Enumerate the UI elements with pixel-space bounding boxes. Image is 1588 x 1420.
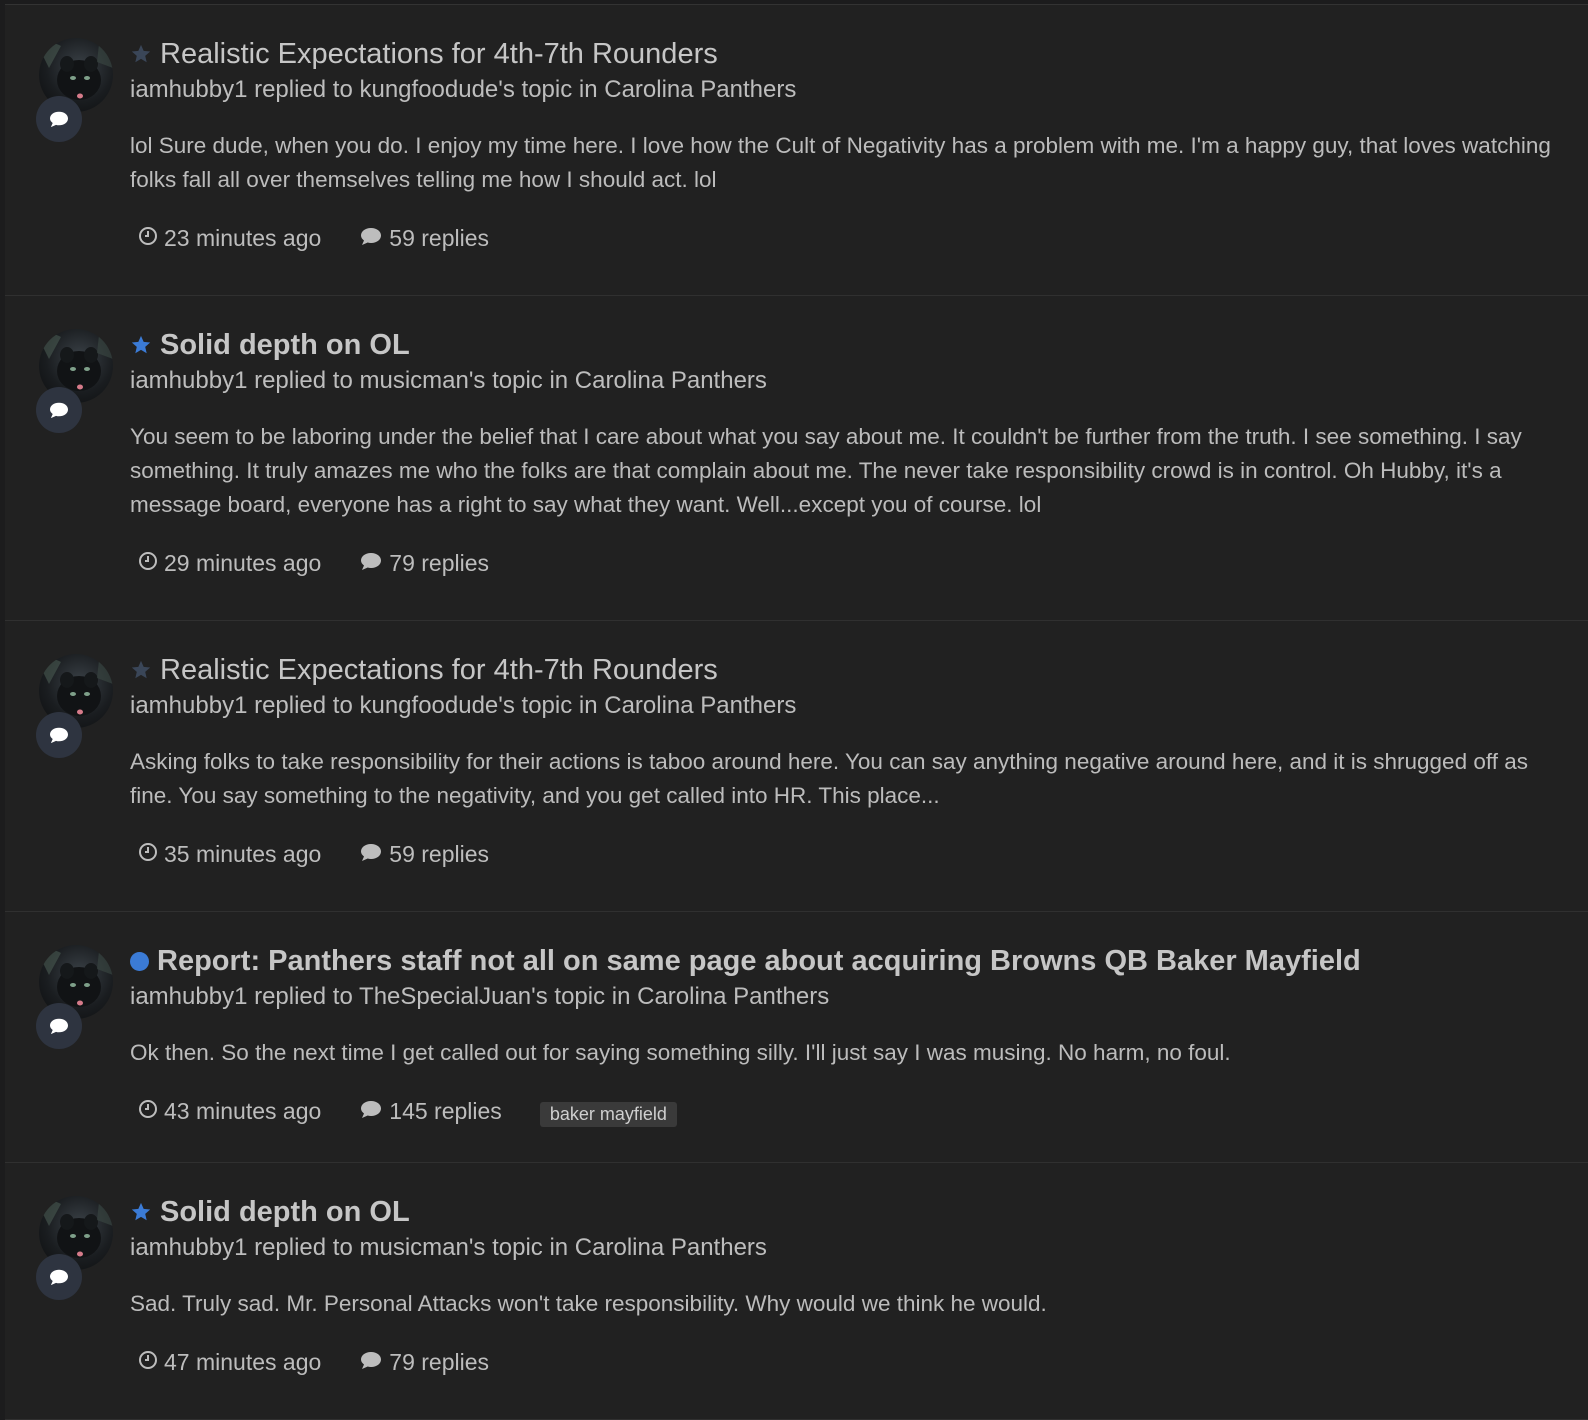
reply-icon xyxy=(36,1003,82,1049)
topic-title-link[interactable]: Realistic Expectations for 4th-7th Round… xyxy=(160,38,718,71)
star-icon xyxy=(130,334,152,356)
activity-meta: iamhubby1 replied to TheSpecialJuan's to… xyxy=(130,983,830,1010)
activity-item: Realistic Expectations for 4th-7th Round… xyxy=(5,621,1588,912)
activity-stream: Realistic Expectations for 4th-7th Round… xyxy=(5,4,1588,1420)
activity-meta: iamhubby1 replied to kungfoodude's topic… xyxy=(130,76,797,103)
replies-stat: 79 replies xyxy=(359,1349,489,1376)
time-ago: 23 minutes ago xyxy=(164,224,322,251)
clock-icon xyxy=(138,550,164,577)
tag-badge[interactable]: baker mayfield xyxy=(539,1101,677,1127)
comment-icon xyxy=(359,550,389,577)
post-snippet: Asking folks to take responsibility for … xyxy=(130,749,1528,808)
comment-icon xyxy=(359,1349,389,1376)
reply-count: 79 replies xyxy=(389,549,490,576)
avatar-group[interactable] xyxy=(36,1196,116,1304)
activity-meta: iamhubby1 replied to kungfoodude's topic… xyxy=(130,692,797,719)
clock-icon xyxy=(138,225,164,252)
time-ago: 47 minutes ago xyxy=(164,1348,322,1375)
star-icon xyxy=(130,1201,152,1223)
topic-title-link[interactable]: Report: Panthers staff not all on same p… xyxy=(157,945,1361,978)
reply-count: 79 replies xyxy=(389,1348,490,1375)
title-row: Solid depth on OL xyxy=(130,1193,1568,1231)
time-stat[interactable]: 47 minutes ago xyxy=(138,1349,321,1376)
star-icon xyxy=(130,659,152,681)
avatar-group[interactable] xyxy=(36,945,116,1053)
title-row: Realistic Expectations for 4th-7th Round… xyxy=(130,651,1568,689)
time-ago: 43 minutes ago xyxy=(164,1097,322,1124)
title-row: Solid depth on OL xyxy=(130,326,1568,364)
comment-icon xyxy=(359,225,389,252)
post-snippet: Sad. Truly sad. Mr. Personal Attacks won… xyxy=(130,1291,1047,1316)
avatar-group[interactable] xyxy=(36,38,116,146)
reply-count: 145 replies xyxy=(389,1097,502,1124)
time-stat[interactable]: 23 minutes ago xyxy=(138,225,321,252)
topic-title-link[interactable]: Realistic Expectations for 4th-7th Round… xyxy=(160,654,718,687)
clock-icon xyxy=(138,841,164,868)
post-snippet: You seem to be laboring under the belief… xyxy=(130,424,1522,517)
time-stat[interactable]: 29 minutes ago xyxy=(138,550,321,577)
time-stat[interactable]: 43 minutes ago xyxy=(138,1098,321,1125)
reply-count: 59 replies xyxy=(389,840,490,867)
reply-icon xyxy=(36,96,82,142)
avatar-group[interactable] xyxy=(36,654,116,762)
reply-count: 59 replies xyxy=(389,224,490,251)
comment-icon xyxy=(359,1098,389,1125)
activity-item: Solid depth on OL iamhubby1 replied to mu… xyxy=(5,296,1588,621)
activity-item: Report: Panthers staff not all on same p… xyxy=(5,912,1588,1163)
post-stats: 43 minutes ago 145 replies baker mayfield xyxy=(130,1094,1568,1128)
avatar-group[interactable] xyxy=(36,329,116,437)
replies-stat: 79 replies xyxy=(359,550,489,577)
clock-icon xyxy=(138,1349,164,1376)
clock-icon xyxy=(138,1098,164,1125)
comment-icon xyxy=(359,841,389,868)
time-ago: 29 minutes ago xyxy=(164,549,322,576)
post-stats: 47 minutes ago 79 replies xyxy=(130,1345,1568,1379)
post-snippet: lol Sure dude, when you do. I enjoy my t… xyxy=(130,133,1551,192)
replies-stat: 145 replies xyxy=(359,1098,502,1125)
time-ago: 35 minutes ago xyxy=(164,840,322,867)
reply-icon xyxy=(36,1254,82,1300)
activity-item: Realistic Expectations for 4th-7th Round… xyxy=(5,5,1588,296)
reply-icon xyxy=(36,712,82,758)
title-row: Realistic Expectations for 4th-7th Round… xyxy=(130,35,1568,73)
time-stat[interactable]: 35 minutes ago xyxy=(138,841,321,868)
title-row: Report: Panthers staff not all on same p… xyxy=(130,942,1568,980)
replies-stat: 59 replies xyxy=(359,841,489,868)
post-snippet: Ok then. So the next time I get called o… xyxy=(130,1040,1231,1065)
post-stats: 29 minutes ago 79 replies xyxy=(130,546,1568,580)
activity-item: Solid depth on OL iamhubby1 replied to mu… xyxy=(5,1163,1588,1420)
topic-title-link[interactable]: Solid depth on OL xyxy=(160,1196,410,1229)
unread-dot-icon xyxy=(130,951,149,971)
post-stats: 23 minutes ago 59 replies xyxy=(130,221,1568,255)
post-stats: 35 minutes ago 59 replies xyxy=(130,837,1568,871)
replies-stat: 59 replies xyxy=(359,225,489,252)
activity-meta: iamhubby1 replied to musicman's topic in… xyxy=(130,1234,767,1261)
activity-meta: iamhubby1 replied to musicman's topic in… xyxy=(130,367,767,394)
star-icon xyxy=(130,43,152,65)
reply-icon xyxy=(36,387,82,433)
topic-title-link[interactable]: Solid depth on OL xyxy=(160,329,410,362)
